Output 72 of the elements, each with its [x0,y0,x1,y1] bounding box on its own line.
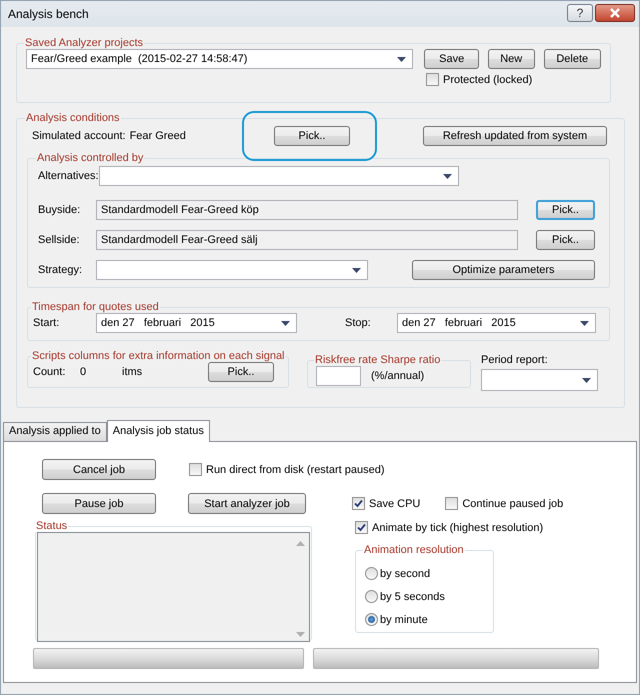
field-label: Buyside: [38,204,82,216]
strategy-dropdown[interactable] [96,260,368,280]
radio-label: by 5 seconds [380,590,445,602]
scroll-up-icon [296,541,305,546]
account-name: Fear Greed [130,130,186,142]
dropdown-arrow-icon [281,320,290,326]
start-job-button[interactable]: Start analyzer job [188,493,306,514]
close-icon [609,8,621,18]
group-title: Scripts columns for extra information on each signal [31,350,286,362]
project-button[interactable]: Delete [544,49,601,69]
checkbox-label: Continue paused job [462,498,564,510]
rate-field[interactable] [316,366,361,386]
group-title: Status [35,520,68,532]
checkbox[interactable] [352,497,365,510]
field-label: Stop: [345,317,372,329]
account-label: Simulated account: [32,130,126,142]
dropdown-arrow-icon [582,378,591,382]
alternatives-dropdown[interactable] [98,166,459,186]
pick-button[interactable]: Pick.. [536,230,595,250]
dropdown-arrow-icon [580,320,589,326]
count-label: Count: [33,366,66,378]
project-button[interactable]: New [488,49,535,69]
pick-button[interactable]: Pick.. [536,200,595,220]
group-title: Saved Analyzer projects [24,37,144,49]
cancel-job-button[interactable]: Cancel job [42,459,156,480]
group-title: Riskfree rate Sharpe ratio [314,354,442,366]
dropdown-arrow-icon [397,56,406,62]
scroll-down-icon [296,632,305,637]
checkbox-label: Animate by tick (highest resolution) [372,522,544,534]
pick-button[interactable]: Pick.. [274,126,350,146]
field-label: Alternatives: [38,170,99,182]
checkbox-label: Save CPU [369,498,420,510]
radio-button[interactable] [365,590,378,603]
count-unit: itms [122,366,144,378]
unit-label: (%/annual) [371,370,424,382]
checkbox[interactable] [189,463,202,476]
close-button[interactable] [595,4,635,22]
checkbox[interactable] [426,73,439,86]
text-field[interactable]: Standardmodell Fear-Greed köp [96,200,518,220]
optimize-button[interactable]: Optimize parameters [412,260,595,280]
radio-label: by second [380,568,430,580]
date-picker[interactable]: den 27 februari 2015 [96,313,297,333]
radio-button[interactable] [365,613,378,626]
dropdown-arrow-icon [442,174,452,178]
dropdown-arrow-icon [352,268,361,272]
period-dropdown[interactable] [481,369,598,391]
checkbox-label: Protected (locked) [443,74,532,86]
help-button[interactable]: ? [567,4,593,22]
checkbox-label: Run direct from disk (restart paused) [206,464,385,476]
pause-job-button[interactable]: Pause job [42,493,156,514]
radio-button[interactable] [365,567,378,580]
group-title: Timespan for quotes used [31,301,160,313]
tab[interactable]: Analysis applied to [3,422,107,441]
field-label: Period report: [481,354,549,366]
window-title: Analysis bench [8,7,89,21]
count-value: 0 [80,366,88,378]
field-label: Strategy: [38,264,84,276]
checkbox[interactable] [445,497,458,510]
text-field[interactable]: Standardmodell Fear-Greed sälj [96,230,518,250]
checkbox[interactable] [355,521,368,534]
tab[interactable]: Analysis job status [106,420,210,442]
date-picker[interactable]: den 27 februari 2015 [397,313,596,333]
group-title: Analysis controlled by [36,152,144,164]
project-button[interactable]: Save [424,49,479,69]
radio-label: by minute [380,614,428,626]
project-dropdown[interactable]: Fear/Greed example (2015-02-27 14:58:47) [26,49,414,69]
group-title: Animation resolution [363,544,465,556]
refresh-button[interactable]: Refresh updated from system [423,126,607,146]
group-title: Analysis conditions [25,112,121,124]
pick-button[interactable]: Pick.. [208,362,274,382]
field-label: Sellside: [38,234,81,246]
field-label: Start: [33,317,60,329]
